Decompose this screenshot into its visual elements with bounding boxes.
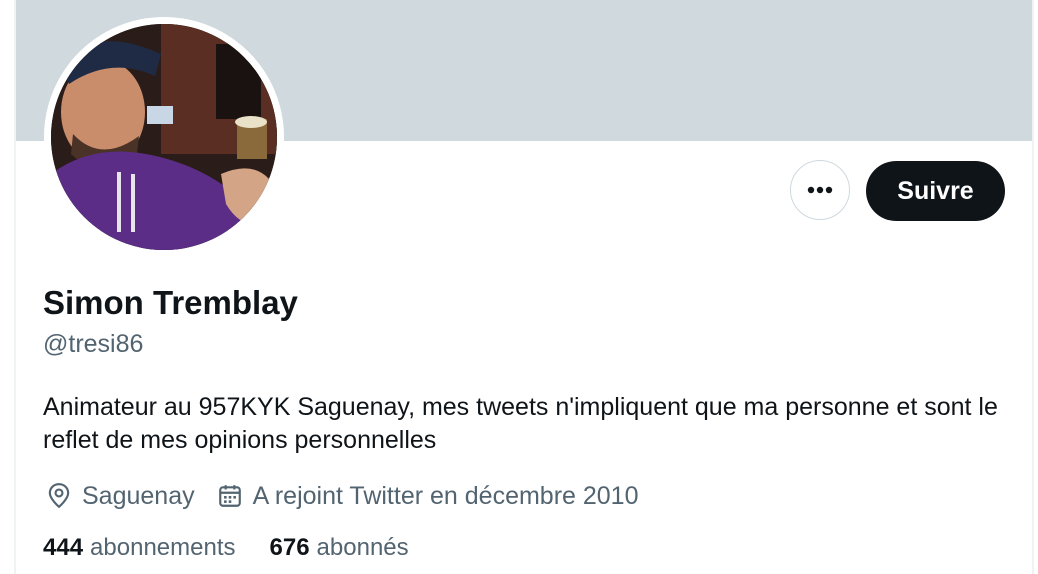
column-border-right <box>1032 0 1034 574</box>
location-text: Saguenay <box>82 481 195 510</box>
follow-stats: 444 abonnements 676 abonnés <box>43 532 443 564</box>
followers-link[interactable]: 676 abonnés <box>270 534 409 562</box>
location-item: Saguenay <box>46 482 195 511</box>
calendar-icon <box>218 485 241 507</box>
profile-page: Suivre Simon Tremblay @tresi86 Animateur… <box>0 0 1038 574</box>
following-link[interactable]: 444 abonnements <box>43 534 236 562</box>
location-pin-icon <box>48 483 70 509</box>
more-options-button[interactable] <box>790 160 850 220</box>
follow-button[interactable]: Suivre <box>866 161 1005 221</box>
avatar[interactable] <box>51 24 277 250</box>
joined-item: A rejoint Twitter en décembre 2010 <box>217 482 639 511</box>
more-horizontal-icon <box>807 186 833 194</box>
follow-button-label: Suivre <box>897 176 974 205</box>
joined-text: A rejoint Twitter en décembre 2010 <box>252 481 639 510</box>
following-label: abonnements <box>90 534 236 561</box>
followers-count: 676 <box>269 534 310 561</box>
profile-meta: Saguenay A rejoint Twitter en décembre 2… <box>46 480 661 512</box>
profile-bio: Animateur au 957KYK Saguenay, mes tweets… <box>43 393 998 454</box>
followers-label: abonnés <box>316 534 409 561</box>
following-count: 444 <box>43 534 84 561</box>
user-handle: @tresi86 <box>43 330 144 358</box>
display-name: Simon Tremblay <box>43 284 298 321</box>
